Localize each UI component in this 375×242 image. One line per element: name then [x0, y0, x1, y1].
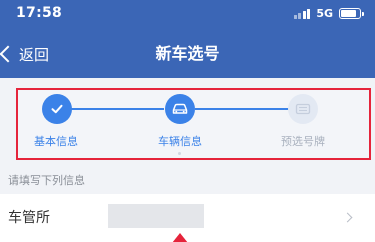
network-type: 5G [316, 7, 333, 20]
status-indicators: 5G [293, 7, 364, 20]
chevron-right-icon [342, 212, 353, 223]
vehicle-office-label: 车管所 [8, 210, 50, 226]
car-icon [165, 94, 195, 124]
navigation-bar: 返回 新车选号 [0, 34, 375, 74]
annotation-arrow [172, 233, 188, 242]
chevron-left-icon [0, 45, 17, 63]
step-label-basic-info: 基本信息 [34, 135, 78, 148]
step-label-plate-selection: 预选号牌 [281, 135, 325, 148]
license-plate-icon [288, 94, 318, 124]
app-header: 17:58 5G 返回 新车选号 [0, 0, 375, 78]
back-label: 返回 [19, 45, 50, 64]
vehicle-office-value [108, 204, 204, 228]
back-button[interactable]: 返回 [0, 34, 49, 74]
status-time: 17:58 [16, 5, 63, 21]
step-label-vehicle-info: 车辆信息 [158, 135, 202, 148]
signal-icon [293, 8, 311, 19]
page-title: 新车选号 [155, 44, 220, 63]
page-content: 基本信息 车辆信息 预选号牌 请填写下列信息 车管所 [0, 78, 375, 242]
step-connector-2 [195, 108, 290, 110]
battery-icon [339, 8, 364, 19]
page-indicator-dot [178, 152, 181, 155]
step-connector-1 [69, 108, 164, 110]
check-icon [42, 94, 72, 124]
status-bar: 17:58 5G [0, 0, 375, 26]
section-hint: 请填写下列信息 [8, 174, 85, 187]
step-progress: 基本信息 车辆信息 预选号牌 [16, 88, 371, 160]
